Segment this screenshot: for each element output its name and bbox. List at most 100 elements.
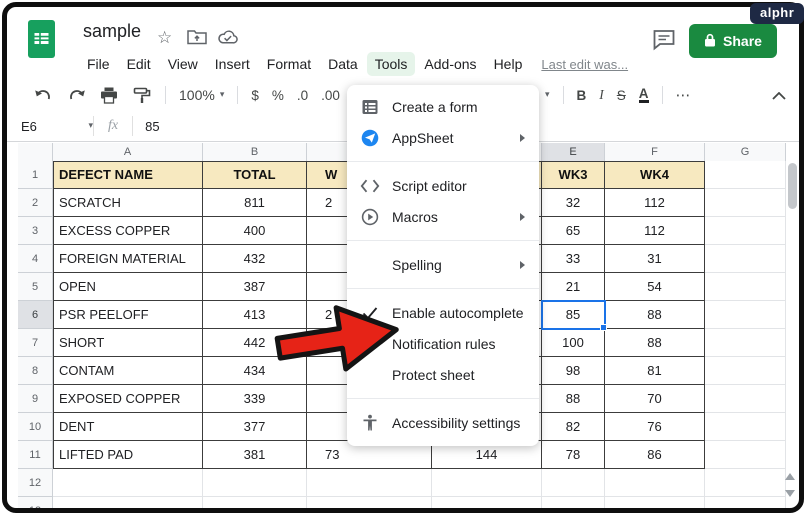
- row-header-6[interactable]: 6: [18, 301, 53, 329]
- print-icon[interactable]: [99, 86, 119, 104]
- column-header-G[interactable]: G: [705, 143, 786, 162]
- bold-button[interactable]: B: [577, 88, 587, 103]
- cell-B1[interactable]: TOTAL: [203, 161, 307, 189]
- sheets-logo[interactable]: [27, 19, 57, 59]
- share-button[interactable]: Share: [689, 24, 777, 58]
- cell-F4[interactable]: 31: [605, 245, 705, 273]
- cell-F6[interactable]: 88: [605, 301, 705, 329]
- cell-A6[interactable]: PSR PEELOFF: [53, 301, 203, 329]
- cell-G6[interactable]: [705, 301, 786, 329]
- cell-E9[interactable]: 88: [542, 385, 605, 413]
- cell-F7[interactable]: 88: [605, 329, 705, 357]
- cell-B3[interactable]: 400: [203, 217, 307, 245]
- menu-item-appsheet[interactable]: AppSheet: [347, 122, 539, 153]
- menubar-item-view[interactable]: View: [160, 52, 206, 76]
- cell-E10[interactable]: 82: [542, 413, 605, 441]
- cell-A12[interactable]: [53, 469, 203, 497]
- cell-E12[interactable]: [542, 469, 605, 497]
- cell-G9[interactable]: [705, 385, 786, 413]
- increase-decimal-button[interactable]: .00: [321, 88, 340, 103]
- decrease-decimal-button[interactable]: .0: [297, 88, 308, 103]
- cell-B11[interactable]: 381: [203, 441, 307, 469]
- row-header-7[interactable]: 7: [18, 329, 53, 357]
- cell-A11[interactable]: LIFTED PAD: [53, 441, 203, 469]
- cell-F3[interactable]: 112: [605, 217, 705, 245]
- column-header-A[interactable]: A: [53, 143, 203, 162]
- cell-A3[interactable]: EXCESS COPPER: [53, 217, 203, 245]
- scroll-up-icon[interactable]: [785, 473, 795, 480]
- cell-E11[interactable]: 78: [542, 441, 605, 469]
- cell-G4[interactable]: [705, 245, 786, 273]
- cell-F9[interactable]: 70: [605, 385, 705, 413]
- cell-F10[interactable]: 76: [605, 413, 705, 441]
- cell-D12[interactable]: [432, 469, 542, 497]
- cell-E2[interactable]: 32: [542, 189, 605, 217]
- cell-C12[interactable]: [307, 469, 432, 497]
- column-header-E[interactable]: E: [542, 143, 605, 162]
- strikethrough-button[interactable]: S: [617, 88, 626, 103]
- comment-icon[interactable]: [652, 29, 676, 51]
- cell-A10[interactable]: DENT: [53, 413, 203, 441]
- cell-G5[interactable]: [705, 273, 786, 301]
- cell-A13[interactable]: [53, 497, 203, 508]
- cell-B4[interactable]: 432: [203, 245, 307, 273]
- cell-D13[interactable]: [432, 497, 542, 508]
- row-header-4[interactable]: 4: [18, 245, 53, 273]
- cell-F12[interactable]: [605, 469, 705, 497]
- cell-G11[interactable]: [705, 441, 786, 469]
- cell-G7[interactable]: [705, 329, 786, 357]
- cell-G13[interactable]: [705, 497, 786, 508]
- chevron-down-icon[interactable]: ▾: [545, 90, 550, 100]
- menubar-item-add-ons[interactable]: Add-ons: [416, 52, 484, 76]
- document-title[interactable]: sample: [83, 21, 141, 42]
- name-box[interactable]: E6 ▾: [7, 119, 93, 134]
- cell-E6[interactable]: 85: [542, 301, 605, 329]
- cell-E4[interactable]: 33: [542, 245, 605, 273]
- cell-B7[interactable]: 442: [203, 329, 307, 357]
- menubar-item-format[interactable]: Format: [259, 52, 319, 76]
- cell-B5[interactable]: 387: [203, 273, 307, 301]
- cell-G8[interactable]: [705, 357, 786, 385]
- menu-item-protect-sheet[interactable]: Protect sheet: [347, 359, 539, 390]
- cloud-saved-icon[interactable]: [217, 29, 238, 49]
- percent-format-button[interactable]: %: [272, 88, 284, 103]
- cell-F1[interactable]: WK4: [605, 161, 705, 189]
- row-header-8[interactable]: 8: [18, 357, 53, 385]
- menubar-item-edit[interactable]: Edit: [119, 52, 159, 76]
- cell-F2[interactable]: 112: [605, 189, 705, 217]
- row-header-11[interactable]: 11: [18, 441, 53, 469]
- cell-B12[interactable]: [203, 469, 307, 497]
- menubar-item-file[interactable]: File: [79, 52, 118, 76]
- cell-A4[interactable]: FOREIGN MATERIAL: [53, 245, 203, 273]
- menu-item-notification-rules[interactable]: Notification rules: [347, 328, 539, 359]
- cell-C13[interactable]: [307, 497, 432, 508]
- menubar-item-data[interactable]: Data: [320, 52, 366, 76]
- more-options-button[interactable]: ⋯: [676, 86, 692, 104]
- menu-item-accessibility-settings[interactable]: Accessibility settings: [347, 407, 539, 438]
- row-header-13[interactable]: 13: [18, 497, 53, 508]
- cell-E7[interactable]: 100: [542, 329, 605, 357]
- cell-B6[interactable]: 413: [203, 301, 307, 329]
- menu-item-macros[interactable]: Macros: [347, 201, 539, 232]
- cell-G3[interactable]: [705, 217, 786, 245]
- cell-B2[interactable]: 811: [203, 189, 307, 217]
- cell-F5[interactable]: 54: [605, 273, 705, 301]
- vertical-scrollbar[interactable]: [788, 163, 797, 209]
- cell-B13[interactable]: [203, 497, 307, 508]
- redo-icon[interactable]: [66, 86, 86, 104]
- row-header-1[interactable]: 1: [18, 161, 53, 189]
- paint-format-icon[interactable]: [132, 86, 152, 104]
- cell-A9[interactable]: EXPOSED COPPER: [53, 385, 203, 413]
- row-header-10[interactable]: 10: [18, 413, 53, 441]
- cell-A5[interactable]: OPEN: [53, 273, 203, 301]
- row-header-3[interactable]: 3: [18, 217, 53, 245]
- cell-B9[interactable]: 339: [203, 385, 307, 413]
- cell-G10[interactable]: [705, 413, 786, 441]
- cell-E8[interactable]: 98: [542, 357, 605, 385]
- cell-F13[interactable]: [605, 497, 705, 508]
- column-header-F[interactable]: F: [605, 143, 705, 162]
- grid-corner[interactable]: [18, 143, 53, 162]
- currency-format-button[interactable]: $: [251, 88, 259, 103]
- undo-icon[interactable]: [33, 86, 53, 104]
- menubar-item-tools[interactable]: Tools: [366, 52, 416, 76]
